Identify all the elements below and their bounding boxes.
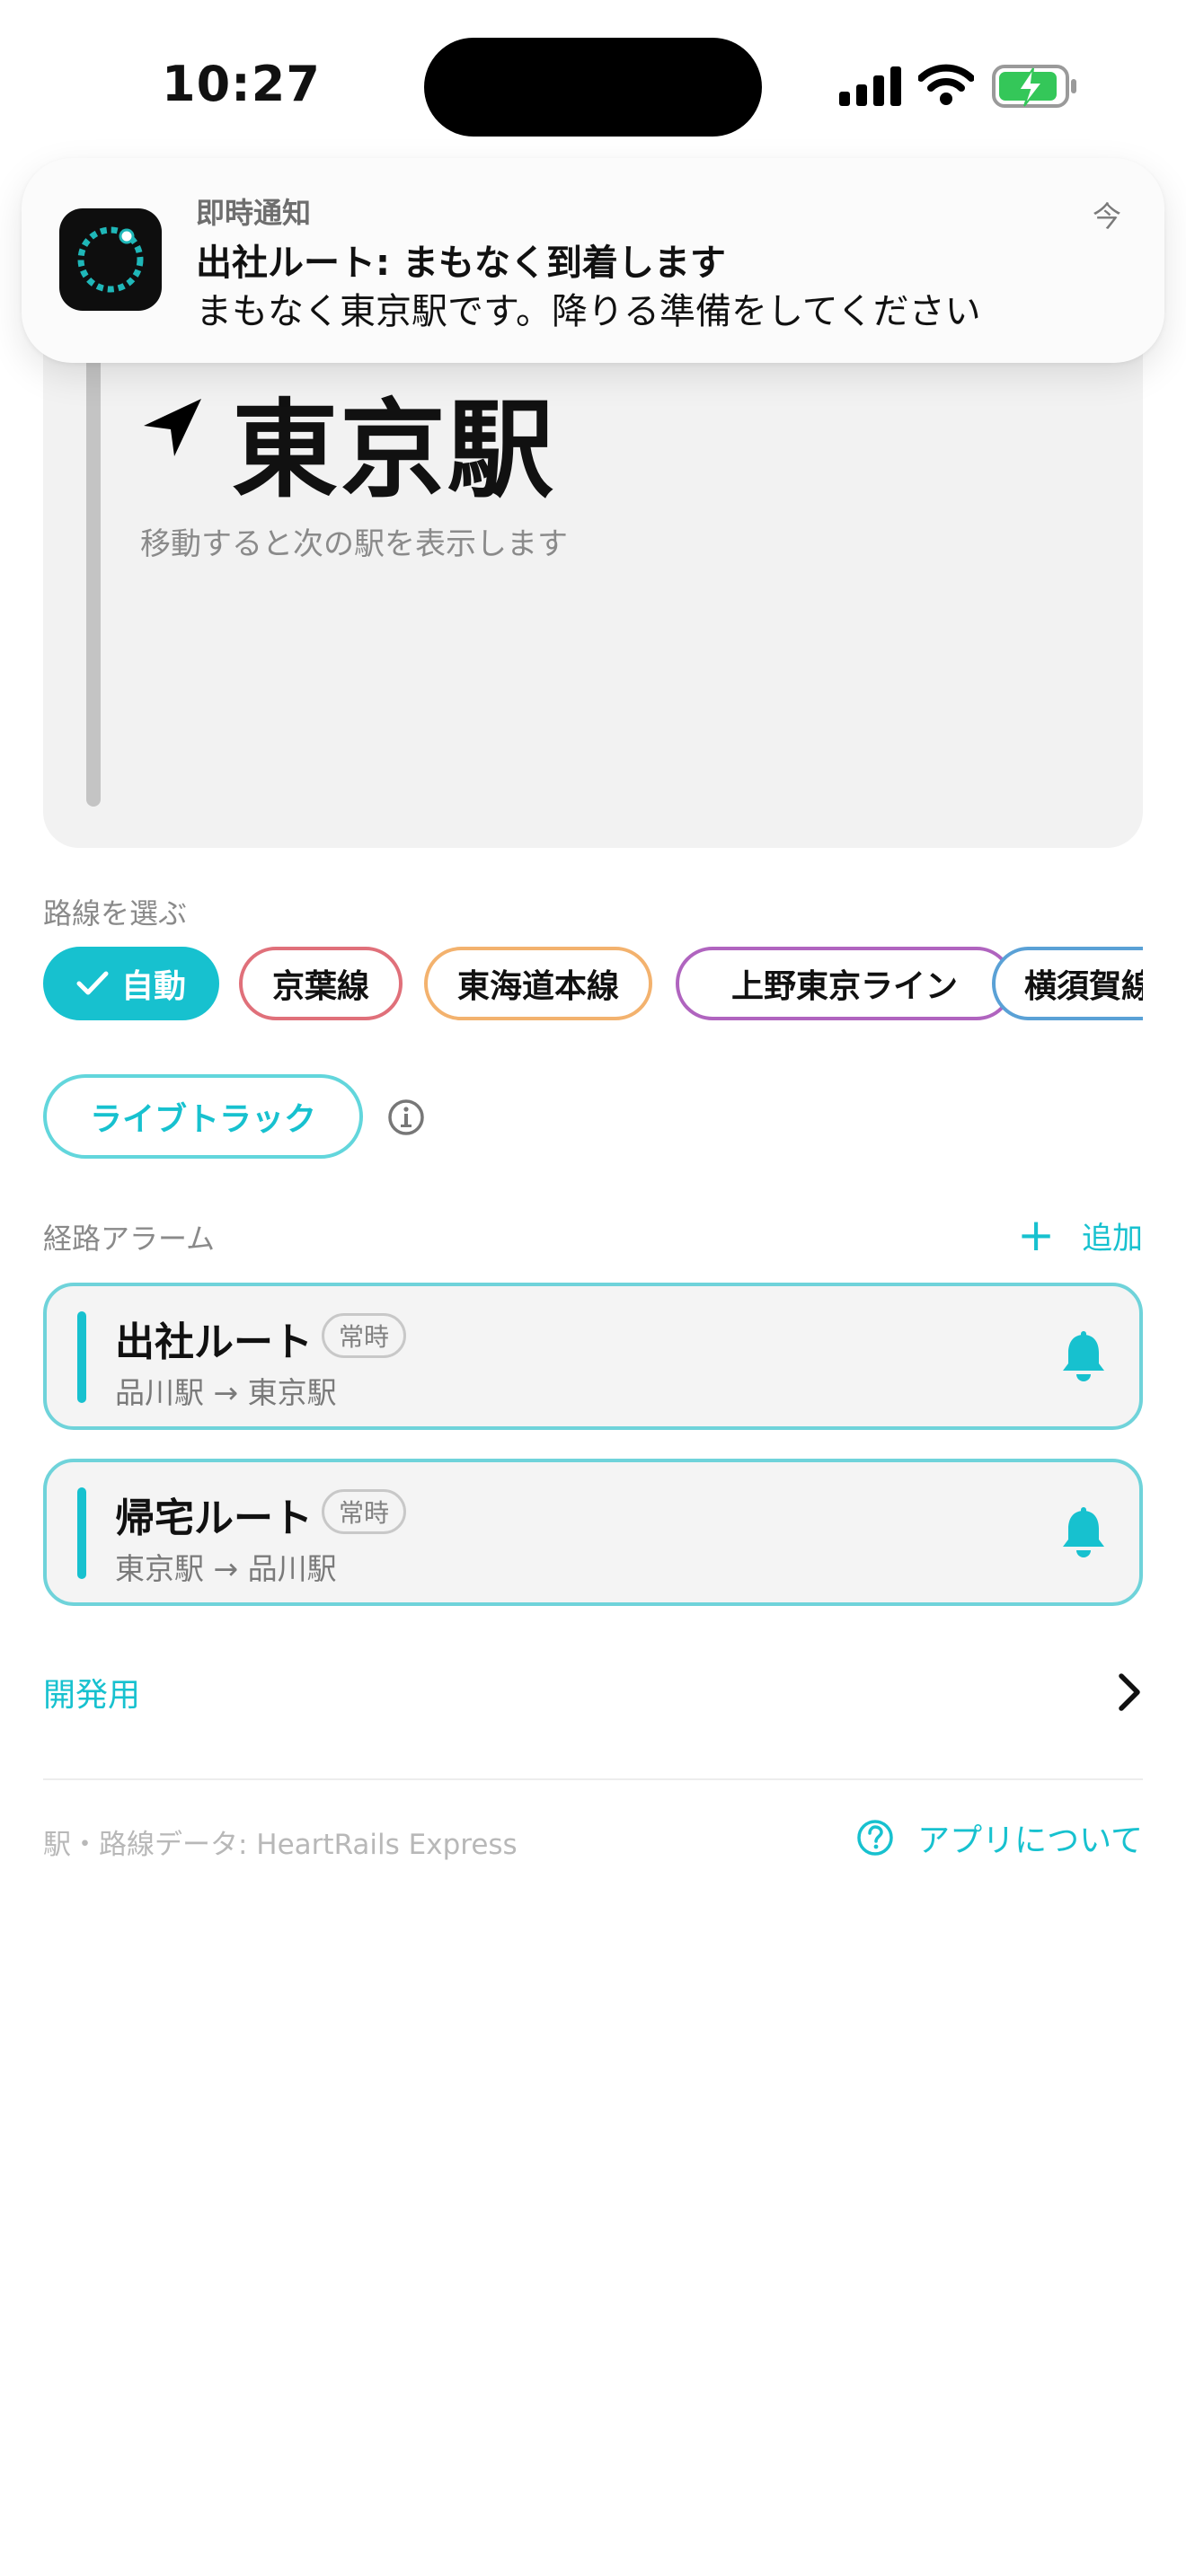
chevron-right-icon [1119,1673,1140,1711]
bell-icon[interactable] [1060,1331,1107,1383]
bell-icon[interactable] [1060,1507,1107,1559]
notification-banner[interactable]: 即時通知 今 出社ルート: まもなく到着します まもなく東京駅です。降りる準備を… [22,158,1164,363]
status-time: 10:27 [162,56,321,112]
line-chip-label: 京葉線 [271,968,369,1005]
line-chip-list[interactable]: 自動 京葉線 東海道本線 上野東京ライン 横須賀線 [43,947,1143,1022]
developer-row[interactable]: 開発用 [43,1662,1143,1726]
cellular-signal-icon [839,66,901,106]
line-chip-yokosuka[interactable]: 横須賀線 [992,947,1143,1020]
app-ring-icon [77,226,144,293]
route-card[interactable]: 出社ルート 常時 品川駅 → 東京駅 [43,1283,1143,1430]
line-chip-tokaido[interactable]: 東海道本線 [424,947,652,1020]
add-route-label: 追加 [1082,1220,1143,1257]
wifi-icon [918,64,974,105]
checkmark-icon [76,971,109,995]
add-route-button[interactable]: + 追加 [1017,1213,1143,1257]
info-icon[interactable] [386,1098,426,1137]
dynamic-island [424,38,762,137]
route-name: 帰宅ルート [115,1495,313,1541]
live-track-button[interactable]: ライブトラック [43,1074,363,1159]
app-icon [59,208,162,311]
line-chip-label: 上野東京ライン [730,968,958,1005]
line-chip-auto[interactable]: 自動 [43,947,219,1020]
about-app-link[interactable]: アプリについて [856,1814,1143,1861]
line-chip-label: 東海道本線 [456,968,619,1005]
route-color-bar [77,1311,86,1403]
status-bar: 10:27 [0,0,1186,162]
route-name: 出社ルート [115,1319,313,1365]
plus-icon: + [1017,1209,1055,1261]
line-chip-label: 自動 [120,968,186,1005]
divider [43,1778,1143,1780]
route-card[interactable]: 帰宅ルート 常時 東京駅 → 品川駅 [43,1459,1143,1606]
notification-app-name: 即時通知 [196,196,312,230]
notification-time: 今 [1092,199,1121,234]
route-path: 品川駅 → 東京駅 [115,1375,337,1410]
line-chip-label: 横須賀線 [1024,968,1143,1005]
data-credit: 駅・路線データ: HeartRails Express [43,1829,518,1861]
line-select-label: 路線を選ぶ [43,896,188,931]
line-chip-ueno-tokyo[interactable]: 上野東京ライン [676,947,1013,1020]
question-icon [857,1820,893,1856]
station-name: 東京駅 [232,388,556,512]
location-arrow-icon [144,399,201,456]
station-hint: 移動すると次の駅を表示します [140,526,568,562]
route-badge: 常時 [322,1489,407,1534]
notification-title: 出社ルート: まもなく到着します [196,243,726,284]
station-progress-rail [86,341,101,807]
route-path: 東京駅 → 品川駅 [115,1551,337,1586]
about-app-label: アプリについて [917,1822,1143,1859]
notification-body: まもなく東京駅です。降りる準備をしてください [196,291,981,332]
route-color-bar [77,1487,86,1579]
developer-label: 開発用 [43,1677,141,1714]
battery-charging-icon [992,65,1076,108]
route-alarm-label: 経路アラーム [43,1222,216,1256]
line-chip-keiyo[interactable]: 京葉線 [239,947,403,1020]
route-badge: 常時 [322,1313,407,1358]
